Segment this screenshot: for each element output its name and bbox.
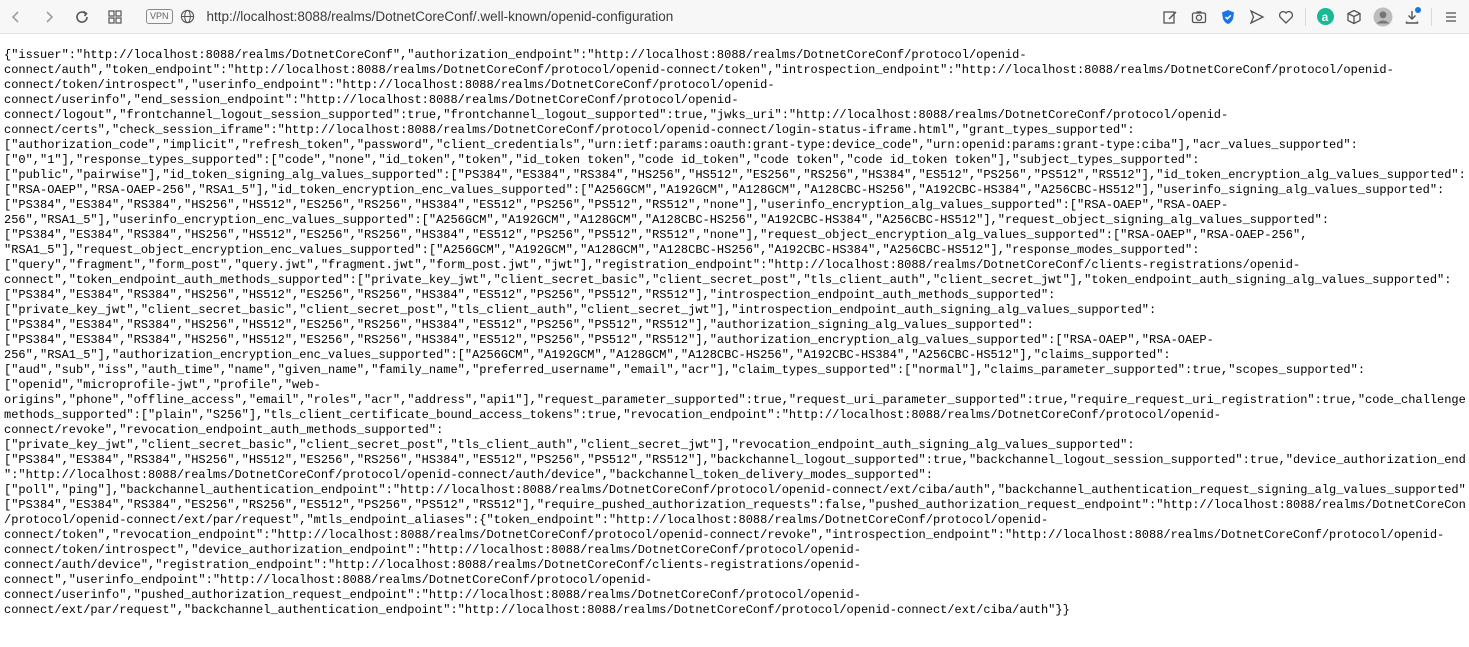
download-icon[interactable] (1402, 6, 1422, 27)
json-text-line: connect/token/introspect","userinfo_endp… (4, 78, 775, 92)
reload-icon[interactable] (69, 4, 95, 30)
json-text-line: ["PS384","ES384","RS384","HS256","HS512"… (4, 453, 1466, 467)
json-text-line: ["PS384","ES384","RS384","HS256","HS512"… (4, 318, 1034, 332)
json-text-line: origins","phone","offline_access","email… (4, 393, 1466, 407)
json-text-line: connect/userinfo","pushed_authorization_… (4, 588, 861, 602)
json-text-line: connect","userinfo_endpoint":"http://loc… (4, 573, 653, 587)
menu-icon[interactable] (1441, 7, 1461, 27)
json-text-line: {"issuer":"http://localhost:8088/realms/… (4, 48, 1027, 62)
json-text-line: ["poll","ping"],"backchannel_authenticat… (4, 483, 1466, 497)
json-text-line: connect/auth","token_endpoint":"http://l… (4, 63, 1394, 77)
json-text-line: ["PS384","ES384","RS384","HS256","HS512"… (4, 198, 1229, 212)
json-text-line: 256","RSA1_5"],"userinfo_encryption_enc_… (4, 213, 1330, 227)
json-text-line: ["RSA-OAEP","RSA-OAEP-256","RSA1_5"],"id… (4, 183, 1445, 197)
json-text-line: ["PS384","ES384","RS384","HS256","HS512"… (4, 288, 1056, 302)
back-icon[interactable] (3, 4, 29, 30)
json-text-line: connect/revoke","revocation_endpoint_aut… (4, 423, 444, 437)
json-text-line: 256","RSA1_5"],"authorization_encryption… (4, 348, 1171, 362)
json-text-line: connect/logout","frontchannel_logout_ses… (4, 108, 1229, 122)
json-text-line: ["PS384","ES384","RS384","HS256","HS512"… (4, 333, 1214, 347)
send-icon[interactable] (1247, 7, 1267, 27)
json-text-line: ":"http://localhost:8088/realms/DotnetCo… (4, 468, 933, 482)
edit-icon[interactable] (1160, 7, 1180, 27)
json-text-line: ["query","fragment","form_post","query.j… (4, 258, 1301, 272)
globe-icon[interactable] (179, 8, 197, 26)
json-text-line: ["0","1"],"response_types_supported":["c… (4, 153, 1200, 167)
toolbar-actions: a (1160, 0, 1461, 33)
vpn-badge[interactable]: VPN (146, 9, 173, 24)
camera-icon[interactable] (1189, 7, 1209, 27)
json-text-line: connect/token/introspect","device_author… (4, 543, 861, 557)
toolbar-separator (1431, 7, 1432, 26)
json-text-line: connect/auth/device","registration_endpo… (4, 558, 861, 572)
nav-controls (3, 4, 128, 30)
json-text-line: connect","token_endpoint_auth_methods_su… (4, 273, 1452, 287)
json-text-line: "RSA1_5"],"request_object_encryption_enc… (4, 243, 1200, 257)
json-text-line: ["aud","sub","iss","auth_time","name","g… (4, 363, 1366, 377)
json-text-line: connect/userinfo","end_session_endpoint"… (4, 93, 739, 107)
json-text-line: ["private_key_jwt","client_secret_basic"… (4, 438, 1135, 452)
download-indicator (1415, 6, 1421, 13)
json-text-line: connect/ext/par/request","backchannel_au… (4, 603, 1070, 617)
json-text-line: connect/certs","check_session_iframe":"h… (4, 123, 1135, 137)
heart-icon[interactable] (1276, 7, 1296, 27)
address-bar[interactable]: http://localhost:8088/realms/DotnetCoreC… (207, 9, 674, 24)
toolbar-separator (1305, 7, 1306, 26)
json-text-line: /protocol/openid-connect/ext/par/request… (4, 513, 1049, 527)
json-response-body: {"issuer":"http://localhost:8088/realms/… (4, 48, 1466, 618)
avatar-icon[interactable] (1373, 7, 1393, 27)
forward-icon[interactable] (36, 4, 62, 30)
json-text-line: connect/token","revocation_endpoint":"ht… (4, 528, 1445, 542)
browser-toolbar: VPN http://localhost:8088/realms/DotnetC… (0, 0, 1469, 34)
json-text-line: methods_supported":["plain","S256"],"tls… (4, 408, 1221, 422)
shield-icon[interactable] (1218, 7, 1238, 27)
json-text-line: ["public","pairwise"],"id_token_signing_… (4, 168, 1466, 182)
json-text-line: ["authorization_code","implicit","refres… (4, 138, 1358, 152)
extension-a-label: a (1316, 8, 1334, 25)
tabs-grid-icon[interactable] (102, 4, 128, 30)
json-text-line: ["PS384","ES384","RS384","HS256","HS512"… (4, 228, 1308, 242)
extension-cube-icon[interactable] (1344, 7, 1364, 27)
extension-a-icon[interactable]: a (1315, 7, 1335, 27)
json-text-line: ["openid","microprofile-jwt","profile","… (4, 378, 321, 392)
json-text-line: ["PS384","ES384","RS384","ES256","RS256"… (4, 498, 1466, 512)
json-text-line: ["private_key_jwt","client_secret_basic"… (4, 303, 1157, 317)
